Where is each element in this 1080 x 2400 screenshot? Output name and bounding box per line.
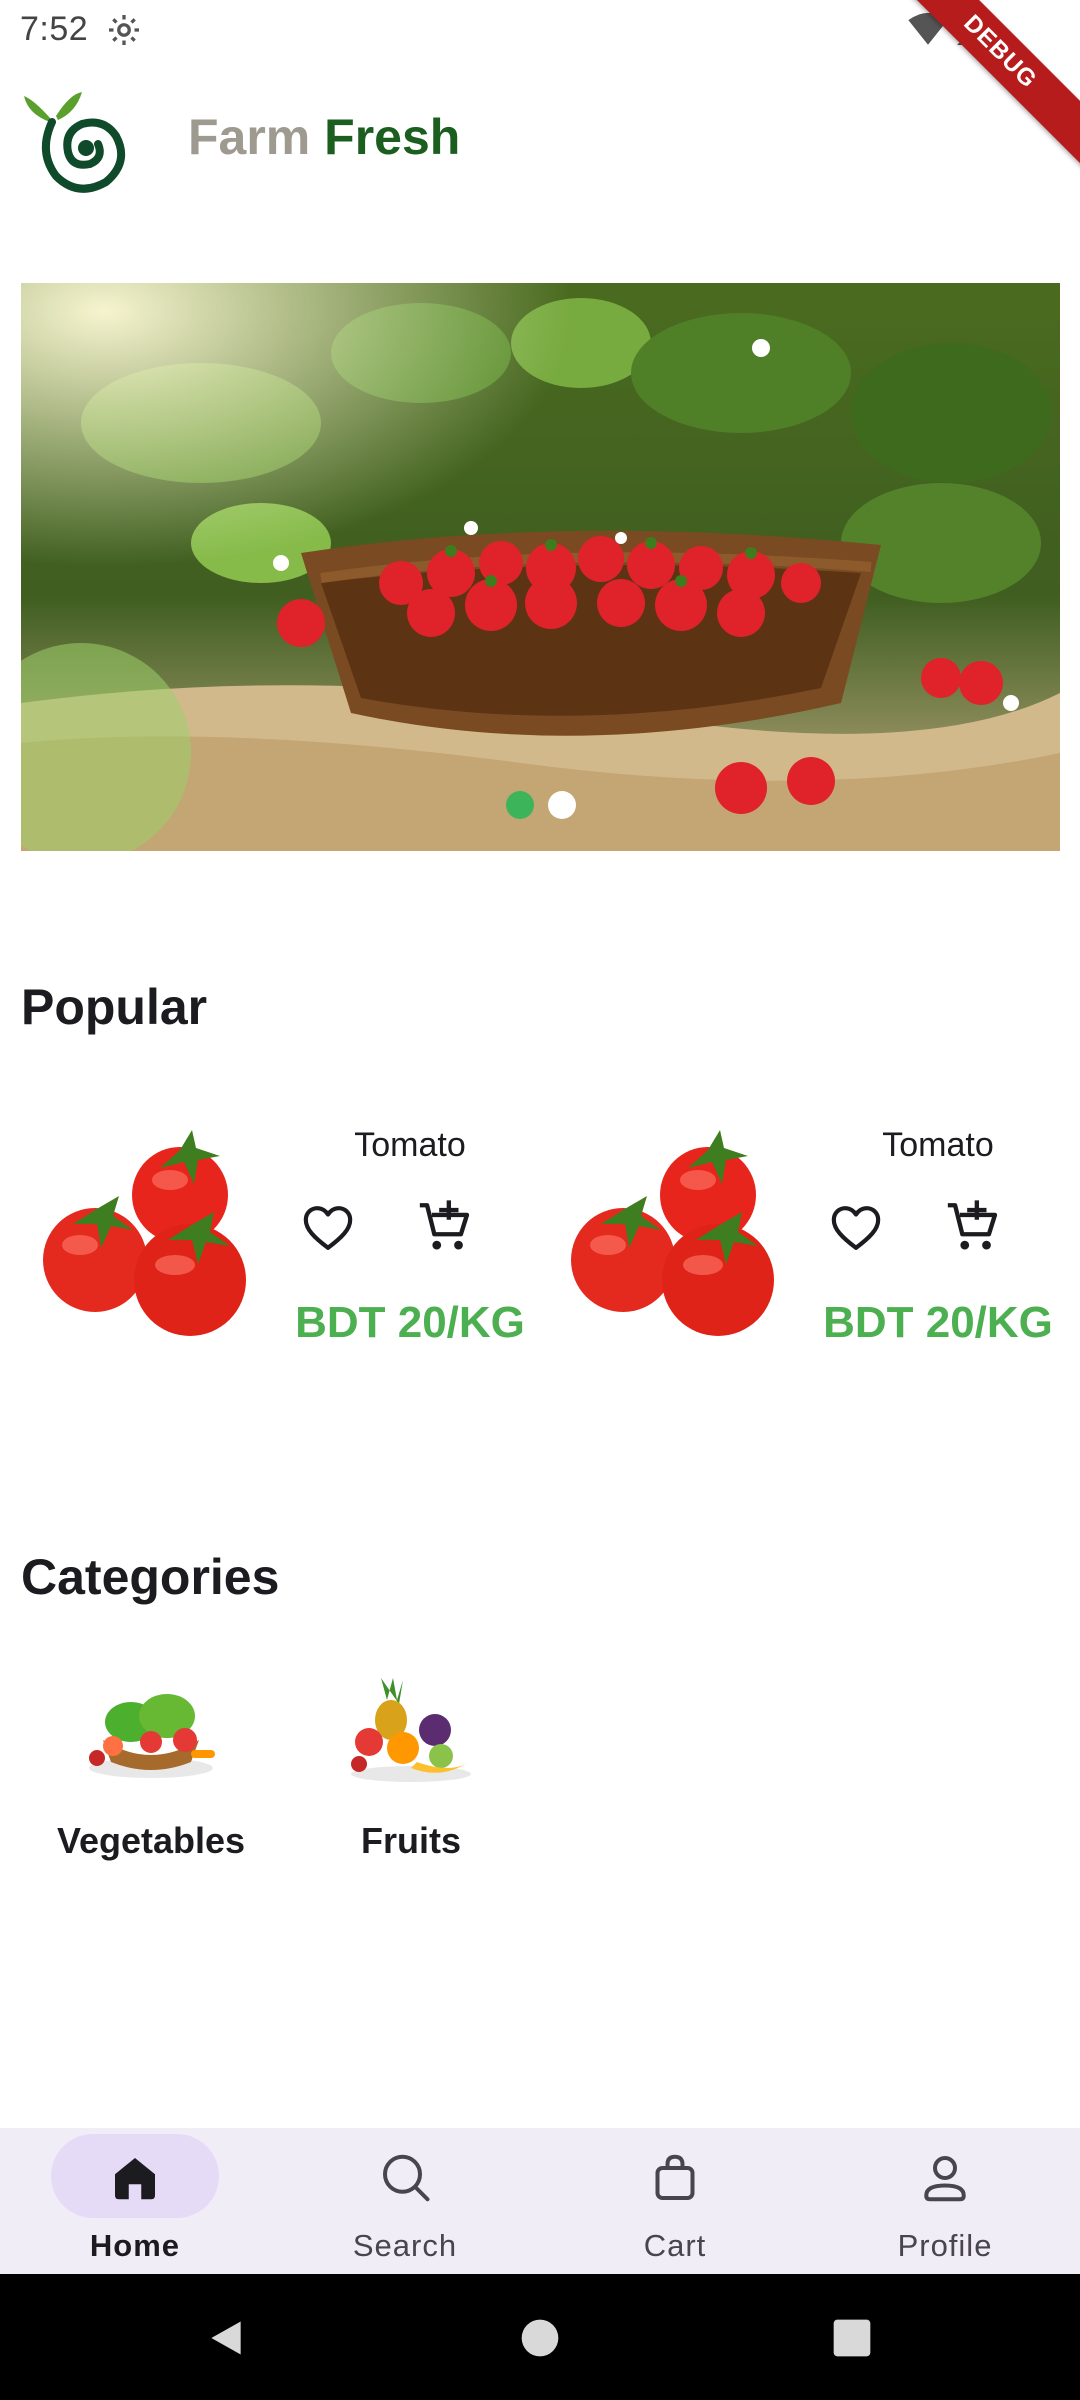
status-bar: 7:52 DEBUG xyxy=(0,0,1080,174)
nav-profile[interactable]: Profile xyxy=(810,2128,1080,2274)
settings-gear-icon xyxy=(109,15,139,45)
home-circle-icon[interactable] xyxy=(518,2316,562,2360)
category-label: Fruits xyxy=(360,1820,461,1861)
categories-heading: Categories xyxy=(21,1549,280,1605)
nav-label: Cart xyxy=(643,2228,707,2263)
strawberry-basket-image xyxy=(21,283,1060,851)
category-fruits[interactable]: Fruits xyxy=(296,1670,526,1890)
nav-label: Home xyxy=(89,2228,181,2263)
system-navigation-bar xyxy=(0,2274,1080,2400)
fruits-image xyxy=(351,1678,471,1782)
search-icon xyxy=(383,2154,430,2202)
carousel-dot-1[interactable] xyxy=(505,791,534,819)
tomato-image xyxy=(43,1130,246,1336)
product-card[interactable]: Tomato BDT 20/KG xyxy=(528,1110,1058,1360)
carousel-indicator xyxy=(21,791,1060,819)
home-icon xyxy=(115,2158,155,2200)
product-name: Tomato xyxy=(882,1126,994,1164)
back-icon[interactable] xyxy=(204,2316,248,2360)
brand-name-part2: Fresh xyxy=(324,109,461,165)
brand-name: Farm Fresh xyxy=(188,108,460,166)
carousel-dot-2[interactable] xyxy=(547,791,576,819)
farm-fresh-logo xyxy=(24,92,126,193)
product-price: BDT 20/KG xyxy=(295,1298,525,1347)
bottom-navigation-bar: Home Search Cart Profile xyxy=(0,2128,1080,2274)
nav-label: Profile xyxy=(897,2228,993,2263)
product-price: BDT 20/KG xyxy=(823,1298,1053,1347)
add-to-cart-icon[interactable] xyxy=(415,1198,473,1256)
promo-carousel[interactable] xyxy=(21,283,1060,851)
app-header: Farm Fresh xyxy=(0,70,1080,210)
brand-name-part1: Farm xyxy=(188,109,311,165)
tomato-image xyxy=(571,1130,774,1336)
nav-home[interactable]: Home xyxy=(0,2128,270,2274)
nav-search[interactable]: Search xyxy=(270,2128,540,2274)
add-to-cart-icon[interactable] xyxy=(943,1198,1001,1256)
product-name: Tomato xyxy=(354,1126,466,1164)
status-time: 7:52 xyxy=(20,10,89,48)
heart-icon[interactable] xyxy=(300,1200,356,1256)
recents-icon[interactable] xyxy=(830,2316,874,2360)
nav-cart[interactable]: Cart xyxy=(540,2128,810,2274)
product-card[interactable]: Tomato BDT 20/KG xyxy=(0,1110,530,1360)
vegetables-image xyxy=(89,1694,215,1778)
category-vegetables[interactable]: Vegetables xyxy=(36,1670,266,1890)
category-label: Vegetables xyxy=(56,1820,246,1861)
nav-label: Search xyxy=(352,2228,458,2263)
shopping-bag-icon xyxy=(655,2154,695,2200)
popular-heading: Popular xyxy=(21,979,208,1035)
heart-icon[interactable] xyxy=(828,1200,884,1256)
person-icon xyxy=(924,2156,966,2202)
